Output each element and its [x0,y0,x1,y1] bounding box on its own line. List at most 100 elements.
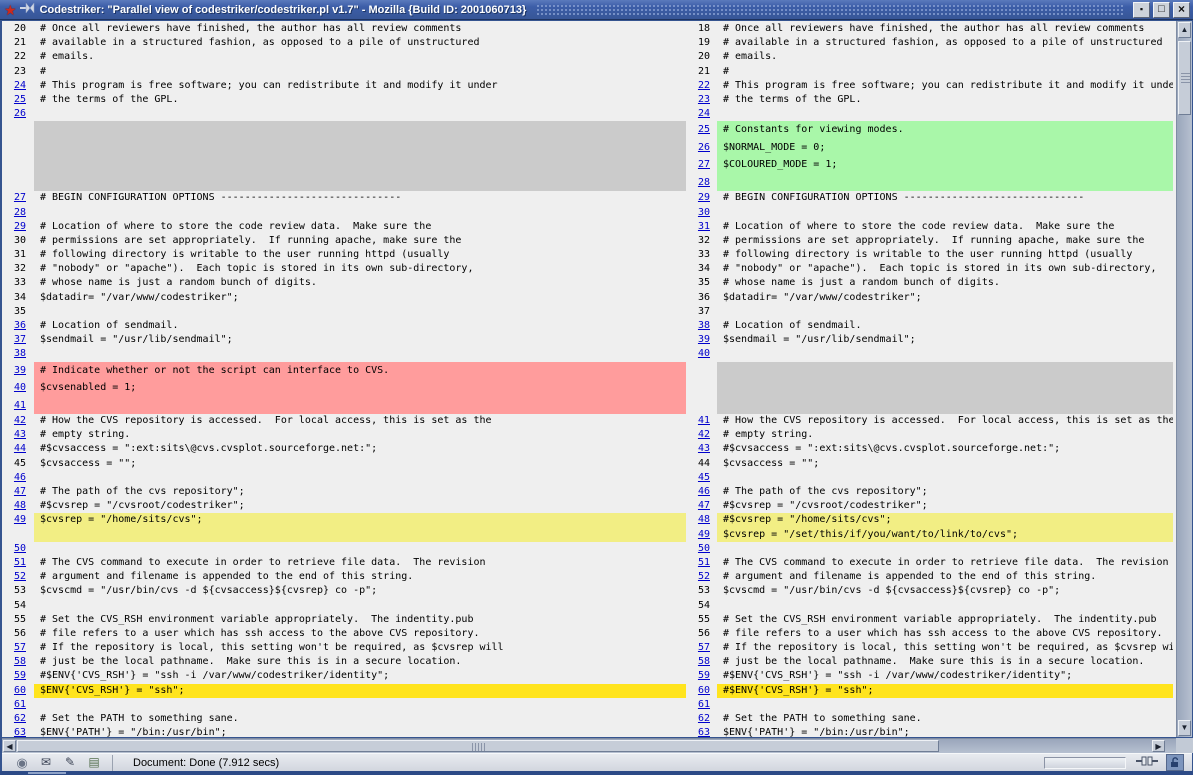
left-line-number-link[interactable]: 50 [4,542,26,556]
right-line-number-link[interactable]: 49 [686,528,710,542]
left-line-number: 22 [4,50,26,64]
left-line-number-link[interactable]: 58 [4,655,26,669]
column-gap [710,347,717,361]
diff-row: 26$NORMAL_MODE = 0; [2,139,1176,157]
column-gap [26,684,34,698]
right-line-number-link[interactable]: 28 [686,174,710,192]
right-line-number-link[interactable]: 60 [686,684,710,698]
left-line-number: 31 [4,248,26,262]
right-line-number-link[interactable]: 30 [686,206,710,220]
scroll-up-button[interactable]: ▲ [1178,22,1191,38]
horizontal-scrollbar[interactable]: ◀ ▶ [2,738,1176,753]
left-code-line: # argument and filename is appended to t… [34,570,686,584]
right-line-number-link[interactable]: 57 [686,641,710,655]
right-line-number-link[interactable]: 31 [686,220,710,234]
right-line-number-link[interactable]: 24 [686,107,710,121]
left-line-number-link[interactable]: 24 [4,79,26,93]
right-line-number-link[interactable]: 29 [686,191,710,205]
left-line-number-link[interactable]: 39 [4,362,26,380]
right-line-number-link[interactable]: 40 [686,347,710,361]
left-line-number-link[interactable]: 63 [4,726,26,737]
right-line-number-link[interactable]: 59 [686,669,710,683]
left-line-number-link[interactable]: 60 [4,684,26,698]
column-gap [26,305,34,319]
left-line-number-link[interactable]: 48 [4,499,26,513]
left-line-number-link[interactable]: 27 [4,191,26,205]
left-line-number-link[interactable]: 62 [4,712,26,726]
right-line-number: 37 [686,305,710,319]
right-line-number-link[interactable]: 26 [686,139,710,157]
left-code-line [34,139,686,157]
left-line-number-link[interactable]: 37 [4,333,26,347]
right-line-number-link[interactable]: 47 [686,499,710,513]
maximize-button[interactable]: □ [1153,2,1170,18]
right-line-number-link[interactable]: 62 [686,712,710,726]
left-line-number-link[interactable]: 49 [4,513,26,527]
horizontal-scroll-thumb[interactable] [17,740,939,752]
right-line-number-link[interactable]: 23 [686,93,710,107]
right-line-number-link[interactable]: 58 [686,655,710,669]
left-line-number-link[interactable]: 42 [4,414,26,428]
right-line-number-link[interactable]: 38 [686,319,710,333]
left-line-number-link[interactable]: 51 [4,556,26,570]
diff-row: 52# argument and filename is appended to… [2,570,1176,584]
vertical-scroll-thumb[interactable] [1178,41,1191,115]
right-line-number-link[interactable]: 39 [686,333,710,347]
left-code-line: $sendmail = "/usr/lib/sendmail"; [34,333,686,347]
scroll-right-button[interactable]: ▶ [1152,740,1165,752]
left-line-number-link[interactable]: 25 [4,93,26,107]
left-line-number-link[interactable]: 38 [4,347,26,361]
right-line-number-link[interactable]: 43 [686,442,710,456]
left-line-number-link[interactable]: 61 [4,698,26,712]
right-line-number-link[interactable]: 50 [686,542,710,556]
left-line-number-link[interactable]: 44 [4,442,26,456]
left-line-number-link[interactable]: 47 [4,485,26,499]
right-line-number: 44 [686,457,710,471]
resize-grip[interactable] [28,772,66,774]
column-gap [710,584,717,598]
left-code-line: # available in a structured fashion, as … [34,36,686,50]
left-line-number-link[interactable]: 29 [4,220,26,234]
left-line-number-link[interactable]: 41 [4,397,26,415]
right-line-number-link[interactable]: 41 [686,414,710,428]
left-line-number-link[interactable]: 40 [4,379,26,397]
left-line-number-link[interactable]: 26 [4,107,26,121]
left-line-number-link[interactable]: 59 [4,669,26,683]
security-lock-icon[interactable] [1166,754,1184,771]
left-line-number-link[interactable]: 36 [4,319,26,333]
right-line-number-link[interactable]: 48 [686,513,710,527]
right-line-number-link[interactable]: 25 [686,121,710,139]
left-line-number-link[interactable]: 28 [4,206,26,220]
right-line-number-link[interactable]: 63 [686,726,710,737]
composer-icon[interactable]: ✎ [58,755,82,770]
close-button[interactable]: × [1173,2,1190,18]
left-line-number-link[interactable]: 57 [4,641,26,655]
offline-indicator-icon[interactable] [1136,756,1158,769]
right-code-line: # permissions are set appropriately. If … [717,234,1173,248]
minimize-button[interactable]: ▪ [1133,2,1150,18]
address-book-icon[interactable]: ▤ [82,755,106,770]
left-line-number-link[interactable]: 46 [4,471,26,485]
right-line-number-link[interactable]: 52 [686,570,710,584]
left-line-number-link[interactable]: 43 [4,428,26,442]
vertical-scrollbar[interactable]: ▲ ▼ [1176,21,1192,737]
right-line-number-link[interactable]: 61 [686,698,710,712]
right-line-number-link[interactable]: 42 [686,428,710,442]
left-code-line: # empty string. [34,428,686,442]
left-line-number: 35 [4,305,26,319]
right-line-number-link[interactable]: 45 [686,471,710,485]
navigator-icon[interactable]: ◉ [10,755,34,770]
titlebar: ★ Codestriker: "Parallel view of codestr… [0,0,1193,20]
left-line-number: 54 [4,599,26,613]
right-line-number-link[interactable]: 51 [686,556,710,570]
scroll-down-button[interactable]: ▼ [1178,720,1191,736]
right-line-number-link[interactable]: 22 [686,79,710,93]
right-code-line: #$ENV{'CVS_RSH'} = "ssh -i /var/www/code… [717,669,1173,683]
right-line-number-link[interactable]: 46 [686,485,710,499]
mail-icon[interactable]: ✉ [34,755,58,770]
right-line-number-link[interactable]: 27 [686,156,710,174]
column-gap [26,655,34,669]
left-line-number-link[interactable]: 52 [4,570,26,584]
right-code-line: # If the repository is local, this setti… [717,641,1173,655]
scroll-left-button[interactable]: ◀ [3,740,16,752]
